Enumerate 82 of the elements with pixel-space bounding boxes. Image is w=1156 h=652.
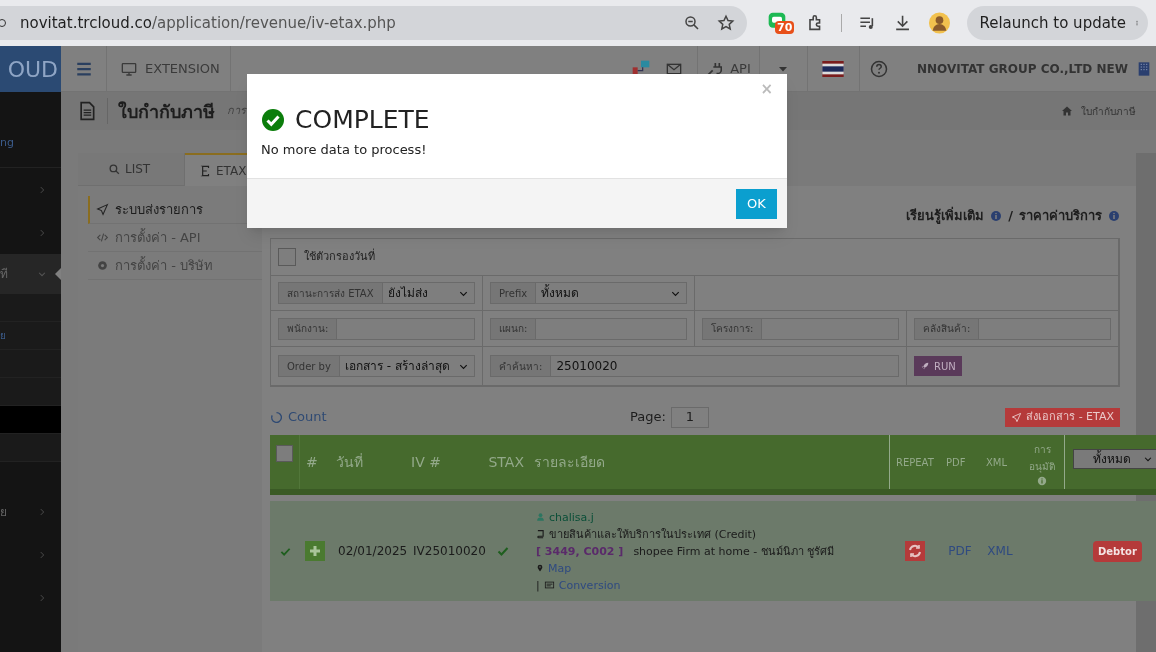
avatar-icon[interactable] [928,11,952,35]
table-cell-text: 02/01/2025 [337,543,405,560]
info-icon [1108,210,1120,222]
star-icon[interactable] [717,14,736,32]
date-filter-checkbox[interactable] [278,248,296,266]
expand-button[interactable] [305,541,325,561]
input-field[interactable]: พนักงาน: [278,317,475,340]
column-header[interactable]: รายละเอียด [534,451,605,473]
code-icon [96,231,109,244]
success-icon [261,108,285,132]
separator-text: / [1008,207,1013,226]
breadcrumb-link[interactable]: ใบกำกับภาษี [1081,103,1136,119]
column-header[interactable]: REPEAT [896,454,934,470]
column-header[interactable]: PDF [946,454,966,470]
separator-text: | [536,577,540,594]
send-icon [96,203,109,216]
ok-button[interactable]: OK [736,188,777,219]
tab[interactable]: LIST [78,153,185,186]
select-field[interactable]: สถานะการส่ง ETAX ยังไม่ส่ง [278,282,475,304]
learn-more-link[interactable]: เรียนรู้เพิ่มเติม [906,206,985,226]
input-field[interactable]: โครงการ: [702,317,899,340]
page-label: Page: [630,408,666,427]
table-cell-text: IV25010020 [412,543,485,560]
user-icon [536,512,545,522]
help-icon [870,59,889,78]
info-icon [990,210,1003,222]
input-field[interactable]: แผนก: [490,317,687,340]
relaunch-label: Relaunch to update [979,12,1126,34]
relaunch-button[interactable]: Relaunch to update [967,6,1148,40]
column-header[interactable]: XML [986,454,1008,470]
rocket-icon [920,361,930,371]
customer-code: [ 3449, C002 ] [536,543,624,560]
customer-name: shopee Firm at home - ชนม์นิภา ชูรัศมี [633,543,835,560]
close-button[interactable]: × [760,82,773,97]
info-icon [1037,476,1047,486]
xml-link[interactable]: XML [980,542,1020,560]
flag-icon [822,60,845,77]
repeat-button[interactable] [905,541,925,561]
document-icon [77,100,97,122]
extension-icon[interactable]: 70 [767,11,791,35]
sidebar-item[interactable]: ที [0,254,61,294]
address-bar[interactable]: novitat.trcloud.co/application/revenue/iv-etax.php [0,6,748,40]
pdf-link[interactable]: PDF [940,542,980,560]
select-field[interactable]: Prefix ทั้งหมด [490,282,687,304]
column-header[interactable]: IV # [411,451,441,473]
column-header[interactable]: STAX [488,451,524,473]
plug-icon [706,60,723,77]
map-pin-icon [536,563,544,573]
chevron-down-icon [37,269,47,279]
page-title: ใบกำกับภาษี [118,99,215,124]
checkbox-label: ใช้ตัวกรองวันที่ [304,248,375,265]
company-name[interactable]: NNOVITAT GROUP CO.,LTD NEW [916,59,1128,78]
select-field[interactable]: Order by เอกสาร - สร้างล่าสุด [278,355,475,377]
user-link[interactable]: chalisa.j [549,508,594,526]
run-button[interactable]: RUN [914,356,962,376]
search-icon [108,162,121,176]
column-header[interactable]: การอนุมัติ [1027,441,1057,475]
notification-badge: 70 [775,21,795,34]
sidebar-item[interactable]: ย [0,322,61,350]
url-text: novitat.trcloud.co/application/revenue/iv-etax.php [20,12,396,34]
logo-text: OUD [7,55,59,84]
page-input[interactable]: 1 [670,406,709,428]
column-header[interactable]: วันที่ [336,451,363,473]
count-link[interactable]: Count [270,407,630,427]
chevron-down-icon [1143,454,1153,464]
pricing-link[interactable]: ราคาค่าบริการ [1019,206,1102,226]
status-badge: Debtor [1093,540,1142,562]
column-header[interactable]: # [306,451,318,473]
input-field[interactable]: คำค้นหา: 25010020 [490,355,899,377]
conversion-link[interactable]: Conversion [558,576,621,594]
send-button[interactable]: ส่งเอกสาร - ETAX [1005,407,1120,427]
monitor-icon [121,60,137,77]
card-icon [543,580,555,590]
extension-button[interactable]: EXTENSION [107,46,231,91]
transaction-type: ขายสินค้าและให้บริการในประเทศ (Credit) [549,526,757,543]
home-icon[interactable] [1061,105,1073,117]
dialog-title: COMPLETE [295,106,430,134]
status-filter-select[interactable]: ทั้งหมด [1073,449,1156,469]
send-icon [1011,411,1023,423]
map-link[interactable]: Map [548,559,572,577]
input-field[interactable]: คลังสินค้า: [914,317,1111,340]
select-all-checkbox[interactable] [276,445,293,462]
